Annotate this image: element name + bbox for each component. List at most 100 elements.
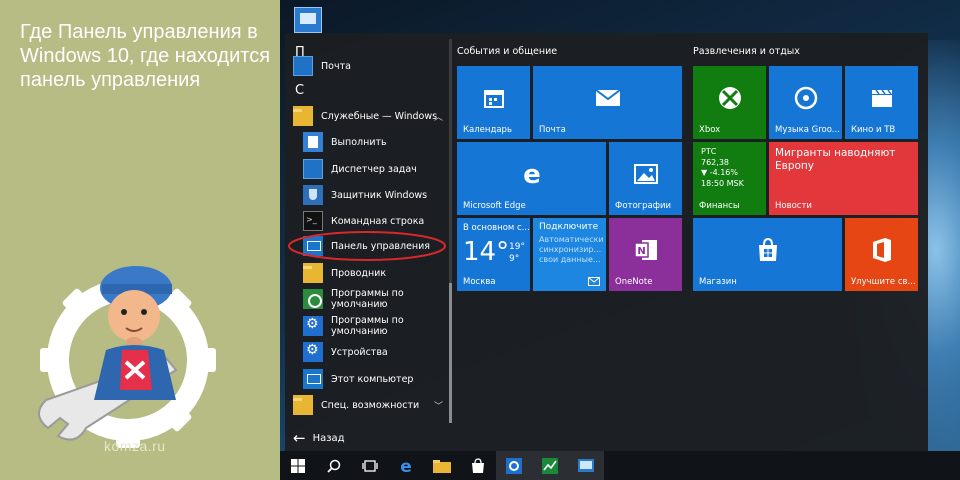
file-explorer-icon <box>433 459 451 473</box>
photos-icon <box>633 164 658 185</box>
gear-icon <box>303 342 323 362</box>
tile-label: Xbox <box>699 125 721 135</box>
task-view-button[interactable] <box>352 451 388 480</box>
tile-onenote[interactable]: N OneNote <box>609 218 682 291</box>
store-bag-icon <box>758 238 777 262</box>
svg-text:e: e <box>523 161 541 187</box>
back-arrow-icon: ← <box>293 429 306 447</box>
taskbar-edge[interactable]: e <box>388 451 424 480</box>
article-banner: Где Панель управления в Windows 10, где … <box>0 0 280 480</box>
weather-high: 19° <box>509 242 525 252</box>
tile-calendar[interactable]: Календарь <box>457 66 530 139</box>
app-folder-accessibility[interactable]: Спец. возможности ﹀ <box>293 393 443 417</box>
taskbar-task-manager[interactable] <box>532 451 568 480</box>
tile-microsoft-edge[interactable]: e Microsoft Edge <box>457 142 606 215</box>
tile-groove-music[interactable]: Музыка Groo... <box>769 66 842 139</box>
app-item-label: Почта <box>321 60 351 72</box>
app-item-label: Спец. возможности <box>321 399 420 411</box>
tile-label: OneNote <box>615 277 653 287</box>
tile-movies-tv[interactable]: Кино и ТВ <box>845 66 918 139</box>
app-item-label: Этот компьютер <box>331 373 414 385</box>
folder-icon <box>293 106 313 126</box>
tile-label: Новости <box>775 201 812 211</box>
app-item-default-programs[interactable]: Программы по умолчанию <box>303 287 448 311</box>
run-icon <box>303 132 323 152</box>
scrollbar-thumb[interactable] <box>449 283 452 423</box>
mascot-illustration <box>38 266 216 448</box>
chevron-down-icon: ﹀ <box>433 402 443 412</box>
taskbar: e <box>280 451 960 480</box>
chevron-up-icon: ︿ <box>433 113 443 123</box>
app-item-file-explorer[interactable]: Проводник <box>303 261 448 285</box>
taskbar-settings[interactable] <box>496 451 532 480</box>
xbox-icon <box>718 87 741 110</box>
tile-finance[interactable]: РТС 762,38 ▼ -4.16% 18:50 MSK Финансы <box>693 142 766 215</box>
taskbar-file-explorer[interactable] <box>424 451 460 480</box>
app-item-label: Выполнить <box>331 136 387 148</box>
tile-xbox[interactable]: Xbox <box>693 66 766 139</box>
tile-weather[interactable]: В основном с... 14° 19° 9° Москва <box>457 218 530 291</box>
tile-label: Почта <box>539 125 566 135</box>
computer-icon <box>303 369 323 389</box>
app-item-label: Программы по умолчанию <box>331 315 404 337</box>
app-item-devices[interactable]: Устройства <box>303 340 448 364</box>
tile-label: Улучшите св... <box>851 277 916 287</box>
app-item-label: Устройства <box>331 346 388 358</box>
app-folder-windows-accessories[interactable]: Служебные — Windows ︿ <box>293 104 443 128</box>
tile-store[interactable]: Магазин <box>693 218 842 291</box>
app-item-mail[interactable]: Почта <box>293 54 443 78</box>
tile-label: Магазин <box>699 277 737 287</box>
task-manager-icon <box>303 159 323 179</box>
office-icon <box>872 238 891 263</box>
app-item-label: Командная строка <box>331 215 425 227</box>
app-item-this-pc[interactable]: Этот компьютер <box>303 367 448 391</box>
search-icon <box>327 459 341 473</box>
search-button[interactable] <box>316 451 352 480</box>
highlight-ellipse <box>288 231 446 261</box>
tile-label: Музыка Groo... <box>775 125 840 135</box>
mail-icon <box>588 277 600 286</box>
finance-ticker: РТС 762,38 ▼ -4.16% 18:50 MSK <box>701 147 744 189</box>
news-headline: Мигранты наводняют Европу <box>775 147 896 172</box>
back-button[interactable]: ← Назад <box>293 429 345 447</box>
settings-icon <box>506 457 522 474</box>
tile-photos[interactable]: Фотографии <box>609 142 682 215</box>
group-title-events[interactable]: События и общение <box>457 46 557 57</box>
windows-start-icon <box>291 458 305 473</box>
tile-news[interactable]: Мигранты наводняют Европу Новости <box>769 142 918 215</box>
calendar-icon <box>483 90 504 109</box>
app-item-label: Диспетчер задач <box>331 163 417 175</box>
app-item-label: Защитник Windows <box>331 189 428 201</box>
app-item-task-manager[interactable]: Диспетчер задач <box>303 157 448 181</box>
folder-icon <box>293 395 313 415</box>
shield-icon <box>303 185 323 205</box>
desktop-shortcut-icon[interactable] <box>294 7 322 33</box>
mail-icon <box>293 56 313 76</box>
edge-icon: e <box>400 458 412 474</box>
app-item-run[interactable]: Выполнить <box>303 130 448 154</box>
group-title-entertainment[interactable]: Развлечения и отдых <box>693 46 800 57</box>
explorer-folder-icon <box>303 263 323 283</box>
start-button[interactable] <box>280 451 316 480</box>
tile-label: Кино и ТВ <box>851 125 896 135</box>
default-programs-icon <box>303 289 323 309</box>
letter-header-s[interactable]: С <box>295 83 304 98</box>
app-item-windows-defender[interactable]: Защитник Windows <box>303 183 448 207</box>
tile-mail-live[interactable]: Подключите Автоматически синхронизир... … <box>533 218 606 291</box>
tile-label: Финансы <box>699 201 740 211</box>
tile-label: Фотографии <box>615 201 672 211</box>
tile-get-office[interactable]: Улучшите св... <box>845 218 918 291</box>
svg-text:e: e <box>400 458 412 474</box>
task-manager-icon <box>542 457 558 474</box>
control-panel-icon <box>578 458 594 472</box>
weather-temperature: 14° <box>463 237 510 267</box>
svg-text:N: N <box>637 246 645 257</box>
mail-icon <box>594 89 621 107</box>
app-item-default-programs-settings[interactable]: Программы по умолчанию <box>303 314 448 338</box>
start-menu: П Почта С Служебные — Windows ︿ Выполнит… <box>285 33 928 453</box>
tile-mail[interactable]: Почта <box>533 66 682 139</box>
taskbar-control-panel[interactable] <box>568 451 604 480</box>
mail-live-body: Автоматически синхронизир... свои данные… <box>539 235 604 264</box>
taskbar-store[interactable] <box>460 451 496 480</box>
mechanic-character <box>94 266 176 400</box>
